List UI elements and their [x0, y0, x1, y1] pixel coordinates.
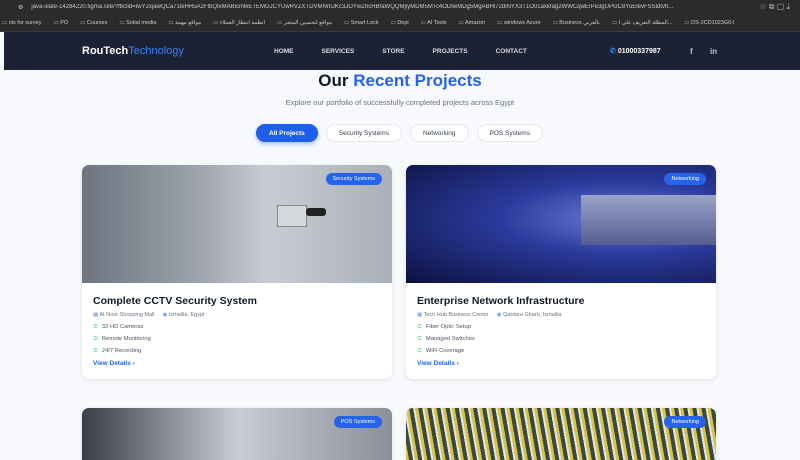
check-circle-icon: ⊙ — [93, 348, 98, 354]
bookmark[interactable]: PO — [53, 20, 68, 26]
bookmark[interactable]: ols for survey — [2, 20, 42, 26]
location-text: Ismailia, Egypt — [168, 312, 205, 318]
filter-pos[interactable]: POS Systems — [476, 124, 543, 142]
client: ▦ Tech Hub Business Center — [417, 312, 489, 318]
logo-text-a: RouTech — [82, 45, 129, 57]
nav-projects[interactable]: PROJECTS — [433, 48, 468, 55]
nav-services[interactable]: SERVICES — [322, 48, 355, 55]
location: ◉ Qantara Gharb, Ismailia — [497, 312, 562, 318]
view-details-link[interactable]: View Details › — [93, 360, 381, 367]
feature-text: Fiber Optic Setup — [425, 324, 471, 330]
filter-networking[interactable]: Networking — [409, 124, 469, 142]
camera-shape — [306, 208, 326, 216]
filter-security[interactable]: Security Systems — [325, 124, 402, 142]
phone-number: 01000337987 — [617, 48, 661, 55]
bookmark[interactable]: Business بالعربي — [553, 20, 600, 26]
view-details-link[interactable]: View Details › — [417, 360, 705, 367]
building-icon: ▦ — [417, 312, 423, 318]
category-badge: Networking — [664, 416, 706, 428]
address-bar[interactable]: ⚙ java-slate-14284220.figma.site/?fbclid… — [0, 0, 800, 14]
browser-action-icons[interactable]: ☆ ⧉ ▢ ⤓ — [759, 2, 790, 12]
url-text[interactable]: java-slate-14284220.figma.site/?fbclid=I… — [31, 4, 751, 10]
project-image: Networking — [406, 165, 716, 283]
bookmark[interactable]: Smart Lock — [344, 20, 379, 26]
location-text: Qantara Gharb, Ismailia — [503, 312, 562, 318]
project-image: Security Systems — [82, 165, 392, 283]
check-circle-icon: ⊙ — [417, 324, 422, 330]
feature-text: Managed Switches — [425, 336, 475, 342]
check-circle-icon: ⊙ — [93, 336, 98, 342]
bookmark[interactable]: انظمة انتظار العملاء — [213, 20, 265, 26]
feature-item: ⊙ 24/7 Recording — [93, 348, 381, 354]
feature-text: Remote Monitoring — [101, 336, 151, 342]
bookmark[interactable]: Depi — [391, 20, 408, 26]
feature-item: ⊙ WiFi Coverage — [417, 348, 705, 354]
check-circle-icon: ⊙ — [417, 348, 422, 354]
title-part-b: Recent Projects — [353, 71, 482, 90]
bookmark[interactable]: المظلة التعريف على ا... — [612, 20, 673, 26]
project-title: Enterprise Network Infrastructure — [417, 295, 585, 307]
linkedin-icon[interactable]: in — [710, 47, 717, 56]
logo-text-b: Technology — [128, 45, 184, 57]
client: ▦ Al-Noor Shopping Mall — [93, 312, 154, 318]
feature-item: ⊙ Managed Switches — [417, 336, 705, 342]
chevron-right-icon: › — [132, 360, 135, 367]
page-title: Our Recent Projects — [0, 71, 800, 91]
project-card[interactable]: Security Systems Complete CCTV Security … — [82, 165, 392, 379]
bookmark[interactable]: Sotial media — [119, 20, 156, 26]
chevron-right-icon: › — [456, 360, 459, 367]
page-subtitle: Explore our portfolio of successfully co… — [285, 98, 515, 107]
view-details-label: View Details — [417, 360, 455, 367]
camera-box-shape — [277, 205, 307, 227]
feature-item: ⊙ Remote Monitoring — [93, 336, 381, 342]
category-badge: POS Systems — [333, 416, 382, 428]
bookmark[interactable]: AI Tools — [421, 20, 446, 26]
client-name: Tech Hub Business Center — [423, 312, 489, 318]
nav-home[interactable]: HOME — [274, 48, 294, 55]
feature-text: 32 HD Cameras — [101, 324, 144, 330]
bookmark[interactable]: Courses — [80, 20, 107, 26]
project-image: POS Systems — [82, 408, 392, 460]
feature-item: ⊙ 32 HD Cameras — [93, 324, 381, 330]
view-details-label: View Details — [93, 360, 131, 367]
bookmark[interactable]: windows Azure — [497, 20, 541, 26]
category-badge: Networking — [664, 173, 706, 185]
location: ◉ Ismailia, Egypt — [162, 312, 204, 318]
nav-store[interactable]: STORE — [382, 48, 404, 55]
nav-contact[interactable]: CONTACT — [496, 48, 527, 55]
site-navbar: RouTechTechnology HOME SERVICES STORE PR… — [4, 32, 800, 70]
filter-all[interactable]: All Projects — [256, 124, 318, 142]
feature-item: ⊙ Fiber Optic Setup — [417, 324, 705, 330]
phone-icon: ✆ — [610, 48, 616, 55]
project-card[interactable]: Networking Enterprise Network Infrastruc… — [406, 165, 716, 379]
router-shape — [581, 195, 716, 245]
logo[interactable]: RouTechTechnology — [82, 45, 184, 57]
facebook-icon[interactable]: f — [690, 47, 693, 56]
site-info-icon[interactable]: ⚙ — [18, 4, 23, 11]
project-title: Complete CCTV Security System — [93, 295, 257, 307]
location-pin-icon: ◉ — [496, 312, 502, 318]
project-image: Networking — [406, 408, 716, 460]
bookmarks-bar: ols for survey PO Courses Sotial media م… — [0, 14, 800, 32]
bookmark[interactable]: مواقع مهمة — [168, 20, 201, 26]
location-pin-icon: ◉ — [162, 312, 168, 318]
bookmark[interactable]: DS-2CD1023G0-I — [684, 20, 734, 26]
bookmark[interactable]: Amazon — [459, 20, 485, 26]
project-card[interactable]: POS Systems — [82, 408, 392, 460]
feature-text: WiFi Coverage — [425, 348, 465, 354]
category-badge: Security Systems — [325, 173, 382, 185]
project-card[interactable]: Networking — [406, 408, 716, 460]
filter-tabs: All Projects Security Systems Networking… — [256, 124, 543, 142]
check-circle-icon: ⊙ — [417, 336, 422, 342]
phone-link[interactable]: ✆ 01000337987 — [610, 47, 661, 55]
title-part-a: Our — [318, 71, 349, 90]
check-circle-icon: ⊙ — [93, 324, 98, 330]
client-name: Al-Noor Shopping Mall — [99, 312, 155, 318]
building-icon: ▦ — [93, 312, 99, 318]
bookmark[interactable]: مواقع لتحسين المتجر — [277, 20, 332, 26]
feature-text: 24/7 Recording — [101, 348, 142, 354]
